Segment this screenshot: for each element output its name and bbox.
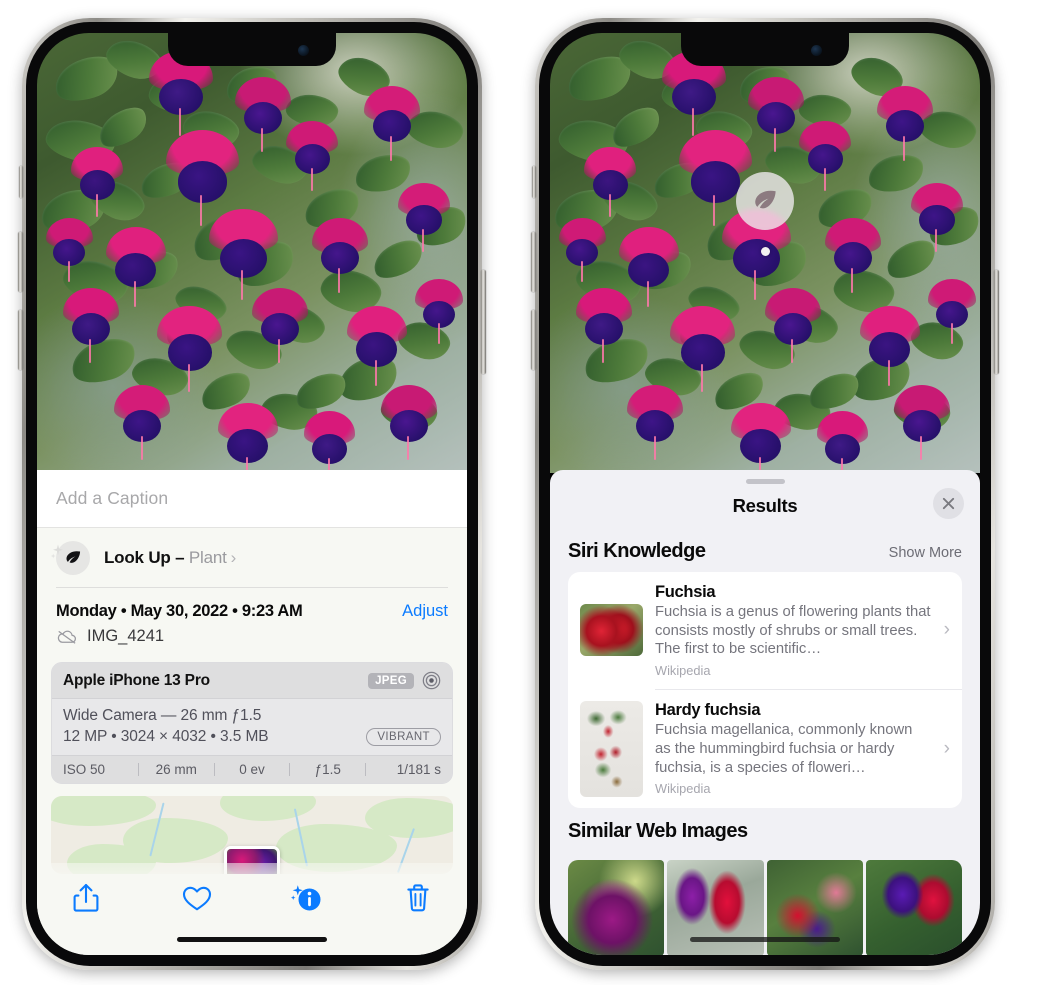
left-phone: Add a Caption Look Up – Plant › Monday •… <box>18 18 486 970</box>
look-up-anchor-dot <box>760 247 770 256</box>
leaf-icon <box>736 172 794 230</box>
volume-up-button[interactable] <box>531 232 536 292</box>
favorite-button[interactable] <box>174 877 220 919</box>
sparkle-icon <box>49 542 69 562</box>
sheet-title: Results <box>732 495 798 516</box>
knowledge-description: Fuchsia magellanica, commonly known as t… <box>655 722 913 776</box>
look-up-label: Look Up – Plant › <box>104 548 236 568</box>
caption-field[interactable]: Add a Caption <box>37 470 467 528</box>
section-title-similar-web-images: Similar Web Images <box>568 819 748 842</box>
camera-model: Apple iPhone 13 Pro <box>63 671 210 689</box>
results-sheet: Results Siri Knowledge Show More Fuchsia… <box>550 470 980 955</box>
screenshot-stage: Add a Caption Look Up – Plant › Monday •… <box>0 0 1055 985</box>
knowledge-entry-hardy-fuchsia[interactable]: Hardy fuchsia Fuchsia magellanica, commo… <box>568 690 962 808</box>
home-indicator[interactable] <box>177 937 327 942</box>
left-screen: Add a Caption Look Up – Plant › Monday •… <box>37 33 467 955</box>
knowledge-source: Wikipedia <box>655 781 711 797</box>
home-indicator[interactable] <box>690 937 840 942</box>
exif-focal: 26 mm <box>155 762 197 777</box>
cloud-slash-icon <box>56 629 78 645</box>
caption-placeholder: Add a Caption <box>56 488 169 508</box>
photo-metadata: Monday • May 30, 2022 • 9:23 AM Adjust I… <box>37 588 467 652</box>
similar-web-images-header: Similar Web Images <box>550 808 980 852</box>
look-up-category: Plant <box>188 547 227 567</box>
photo-fuchsia[interactable] <box>37 33 467 473</box>
right-screen: Results Siri Knowledge Show More Fuchsia… <box>550 33 980 955</box>
share-button[interactable] <box>63 877 109 919</box>
look-up-text: Look Up – <box>104 547 189 567</box>
front-camera-icon <box>811 45 822 56</box>
close-icon[interactable] <box>933 488 964 519</box>
volume-down-button[interactable] <box>18 310 23 370</box>
image-size-info: 12 MP • 3024 × 4032 • 3.5 MB <box>63 728 269 745</box>
knowledge-title: Hardy fuchsia <box>655 701 761 720</box>
delete-button[interactable] <box>395 877 441 919</box>
mute-switch[interactable] <box>532 166 536 198</box>
knowledge-thumbnail <box>580 700 643 797</box>
lens-info: Wide Camera — 26 mm ƒ1.5 <box>63 707 262 724</box>
exposure-settings: ISO 50 26 mm 0 ev ƒ1.5 1/181 s <box>52 755 452 783</box>
section-title-siri-knowledge: Siri Knowledge <box>568 540 706 562</box>
photographic-style-badge: VIBRANT <box>366 728 441 746</box>
exif-shutter: 1/181 s <box>396 762 441 777</box>
look-up-row[interactable]: Look Up – Plant › <box>37 528 467 587</box>
siri-knowledge-card: Fuchsia Fuchsia is a genus of flowering … <box>568 572 962 808</box>
exif-aperture: ƒ1.5 <box>314 762 341 777</box>
knowledge-source: Wikipedia <box>655 662 711 678</box>
knowledge-text: Hardy fuchsia Fuchsia magellanica, commo… <box>655 701 932 796</box>
show-more-button[interactable]: Show More <box>889 545 962 561</box>
chevron-right-icon: › <box>943 737 950 759</box>
volume-down-button[interactable] <box>531 310 536 370</box>
knowledge-thumbnail <box>580 604 643 657</box>
power-button[interactable] <box>994 270 999 374</box>
info-button[interactable] <box>284 877 330 919</box>
photo-filename: IMG_4241 <box>87 627 165 645</box>
knowledge-description: Fuchsia is a genus of flowering plants t… <box>655 604 931 658</box>
right-phone: Results Siri Knowledge Show More Fuchsia… <box>531 18 999 970</box>
format-badge: JPEG <box>368 672 414 689</box>
photo-datetime: Monday • May 30, 2022 • 9:23 AM <box>56 602 303 620</box>
chevron-right-icon: › <box>230 547 237 567</box>
adjust-button[interactable]: Adjust <box>402 602 448 621</box>
front-camera-icon <box>298 45 309 56</box>
target-circle-icon <box>422 671 441 690</box>
photo-info-sheet: Add a Caption Look Up – Plant › Monday •… <box>37 470 467 955</box>
volume-up-button[interactable] <box>18 232 23 292</box>
exif-card[interactable]: Apple iPhone 13 Pro JPEG Wide Camera — 2… <box>51 662 453 784</box>
exif-iso: ISO 50 <box>63 762 106 777</box>
web-image-thumbnail[interactable] <box>865 859 962 955</box>
knowledge-text: Fuchsia Fuchsia is a genus of flowering … <box>655 583 932 678</box>
chevron-right-icon: › <box>943 619 950 641</box>
exif-ev: 0 ev <box>239 762 265 777</box>
mute-switch[interactable] <box>19 166 23 198</box>
knowledge-title: Fuchsia <box>655 583 716 601</box>
notch <box>681 33 849 66</box>
siri-knowledge-header: Siri Knowledge Show More <box>550 528 980 572</box>
web-image-thumbnail[interactable] <box>568 859 665 955</box>
visual-look-up-badge[interactable] <box>736 172 794 256</box>
knowledge-entry-fuchsia[interactable]: Fuchsia Fuchsia is a genus of flowering … <box>568 572 962 689</box>
notch <box>168 33 336 66</box>
power-button[interactable] <box>481 270 486 374</box>
